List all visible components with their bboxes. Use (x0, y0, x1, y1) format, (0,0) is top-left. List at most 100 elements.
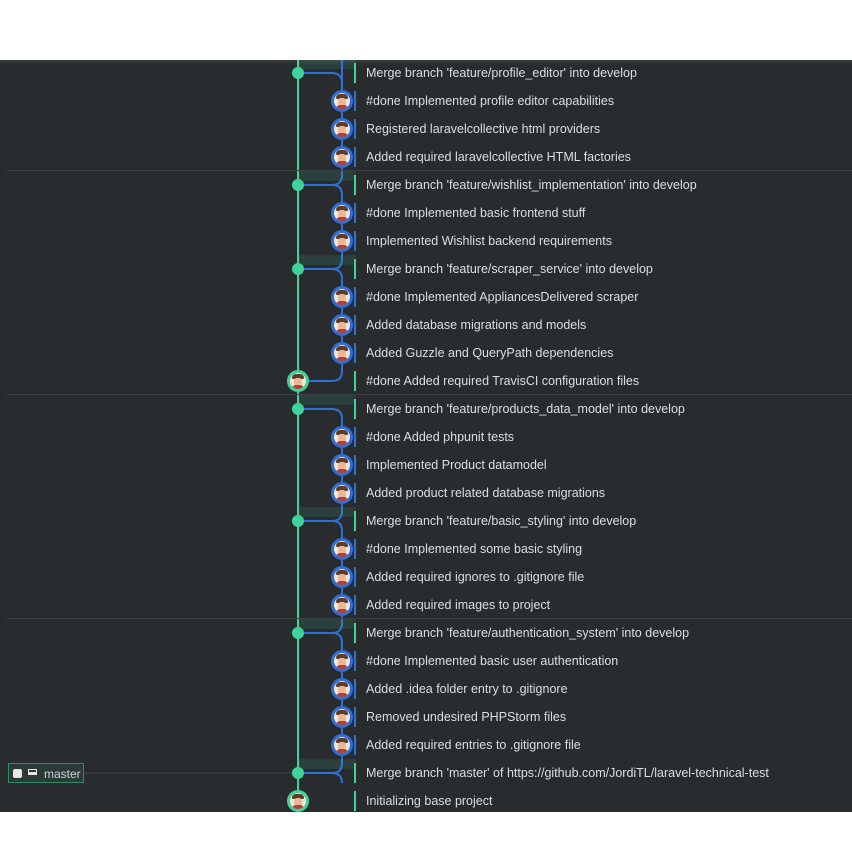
commit-message: Added required laravelcollective HTML fa… (366, 150, 631, 164)
commit-bar (354, 231, 356, 251)
commit-bar (354, 91, 356, 111)
commit-row[interactable]: Added required laravelcollective HTML fa… (0, 143, 852, 171)
commit-row[interactable]: Initializing base project (0, 787, 852, 812)
branch-name: master (44, 767, 81, 781)
commit-row[interactable]: Merge branch 'master' of https://github.… (0, 759, 852, 787)
commit-row[interactable]: Added Guzzle and QueryPath dependencies (0, 339, 852, 367)
commit-row[interactable]: Implemented Product datamodel (0, 451, 852, 479)
commit-row[interactable]: Added required ignores to .gitignore fil… (0, 563, 852, 591)
author-avatar[interactable] (331, 90, 353, 112)
commit-message: #done Added phpunit tests (366, 430, 515, 444)
commit-row[interactable]: Merge branch 'feature/profile_editor' in… (0, 60, 852, 87)
commit-message: Added required ignores to .gitignore fil… (366, 570, 585, 584)
commit-bar (354, 707, 356, 727)
commit-row[interactable]: #done Implemented basic user authenticat… (0, 647, 852, 675)
author-avatar[interactable] (331, 678, 353, 700)
commit-message: Merge branch 'feature/wishlist_implement… (366, 178, 697, 192)
commit-message: Merge branch 'feature/authentication_sys… (366, 626, 690, 640)
commit-bar (354, 147, 356, 167)
commit-bar (354, 791, 356, 811)
commit-message: Added Guzzle and QueryPath dependencies (366, 346, 614, 360)
merge-node[interactable] (292, 767, 304, 779)
section-divider (6, 170, 852, 171)
commit-row[interactable]: Merge branch 'feature/wishlist_implement… (0, 171, 852, 199)
commit-bar (354, 595, 356, 615)
author-avatar[interactable] (331, 594, 353, 616)
commit-bar (354, 175, 356, 195)
commit-message: Added product related database migration… (366, 486, 606, 500)
commit-row[interactable]: Merge branch 'feature/products_data_mode… (0, 395, 852, 423)
commit-bar (354, 455, 356, 475)
avatar-shirt (336, 749, 348, 753)
commit-bar (354, 427, 356, 447)
top-fade-overlay (0, 0, 852, 65)
commit-message: Registered laravelcollective html provid… (366, 122, 601, 136)
merge-node[interactable] (292, 515, 304, 527)
commit-row[interactable]: Implemented Wishlist backend requirement… (0, 227, 852, 255)
commit-row[interactable]: #done Implemented profile editor capabil… (0, 87, 852, 115)
commit-bar (354, 511, 356, 531)
merge-node[interactable] (292, 67, 304, 79)
author-avatar[interactable] (331, 118, 353, 140)
author-avatar[interactable] (331, 146, 353, 168)
author-avatar[interactable] (331, 706, 353, 728)
commit-row[interactable]: #done Implemented basic frontend stuff (0, 199, 852, 227)
commit-bar (354, 763, 356, 783)
commit-row[interactable]: Registered laravelcollective html provid… (0, 115, 852, 143)
avatar-shirt (292, 805, 304, 809)
author-avatar[interactable] (331, 734, 353, 756)
avatar-shirt (336, 581, 348, 585)
commit-row[interactable]: Added database migrations and models (0, 311, 852, 339)
commit-message: Merge branch 'feature/basic_styling' int… (366, 514, 637, 528)
commit-bar (354, 679, 356, 699)
avatar-shirt (336, 721, 348, 725)
merge-node[interactable] (292, 179, 304, 191)
author-avatar[interactable] (287, 790, 309, 812)
commit-bar (354, 119, 356, 139)
commit-row[interactable]: #done Added phpunit tests (0, 423, 852, 451)
author-avatar[interactable] (331, 482, 353, 504)
author-avatar[interactable] (331, 342, 353, 364)
avatar-shirt (336, 469, 348, 473)
merge-node[interactable] (292, 263, 304, 275)
avatar-shirt (336, 329, 348, 333)
merge-node[interactable] (292, 627, 304, 639)
commit-row[interactable]: Merge branch 'feature/scraper_service' i… (0, 255, 852, 283)
commit-row[interactable]: Added required images to project (0, 591, 852, 619)
commit-message: #done Implemented some basic styling (366, 542, 583, 556)
author-avatar[interactable] (331, 454, 353, 476)
commit-message: Added required images to project (366, 598, 551, 612)
commit-row[interactable]: Removed undesired PHPStorm files (0, 703, 852, 731)
commit-row[interactable]: Added required entries to .gitignore fil… (0, 731, 852, 759)
author-avatar[interactable] (331, 566, 353, 588)
commit-row[interactable]: Added .idea folder entry to .gitignore (0, 675, 852, 703)
commit-row[interactable]: #done Implemented some basic styling (0, 535, 852, 563)
commit-row[interactable]: Merge branch 'feature/basic_styling' int… (0, 507, 852, 535)
commit-row[interactable]: #done Implemented AppliancesDelivered sc… (0, 283, 852, 311)
author-avatar[interactable] (287, 370, 309, 392)
commit-bar (354, 63, 356, 83)
author-avatar[interactable] (331, 426, 353, 448)
commit-bar (354, 567, 356, 587)
commit-bar (354, 651, 356, 671)
commit-message: #done Implemented basic user authenticat… (366, 654, 619, 668)
author-avatar[interactable] (331, 202, 353, 224)
branch-tag-master[interactable]: master (8, 763, 84, 783)
commit-message: Merge branch 'master' of https://github.… (366, 766, 769, 780)
author-avatar[interactable] (331, 286, 353, 308)
avatar-shirt (336, 693, 348, 697)
commit-row[interactable]: Merge branch 'feature/authentication_sys… (0, 619, 852, 647)
author-avatar[interactable] (331, 314, 353, 336)
commit-message: Removed undesired PHPStorm files (366, 710, 567, 724)
section-divider (6, 394, 852, 395)
commit-bar (354, 371, 356, 391)
commit-row[interactable]: Added product related database migration… (0, 479, 852, 507)
avatar-shirt (336, 609, 348, 613)
avatar-shirt (292, 385, 304, 389)
avatar-shirt (336, 665, 348, 669)
author-avatar[interactable] (331, 230, 353, 252)
merge-node[interactable] (292, 403, 304, 415)
author-avatar[interactable] (331, 538, 353, 560)
commit-row[interactable]: #done Added required TravisCI configurat… (0, 367, 852, 395)
author-avatar[interactable] (331, 650, 353, 672)
